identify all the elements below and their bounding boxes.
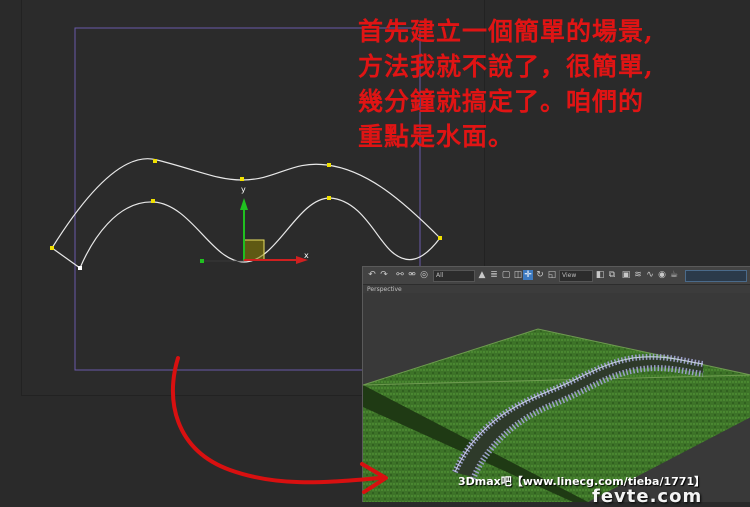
arrow-icon — [170, 356, 388, 494]
watermark: fevte.com — [592, 486, 703, 507]
